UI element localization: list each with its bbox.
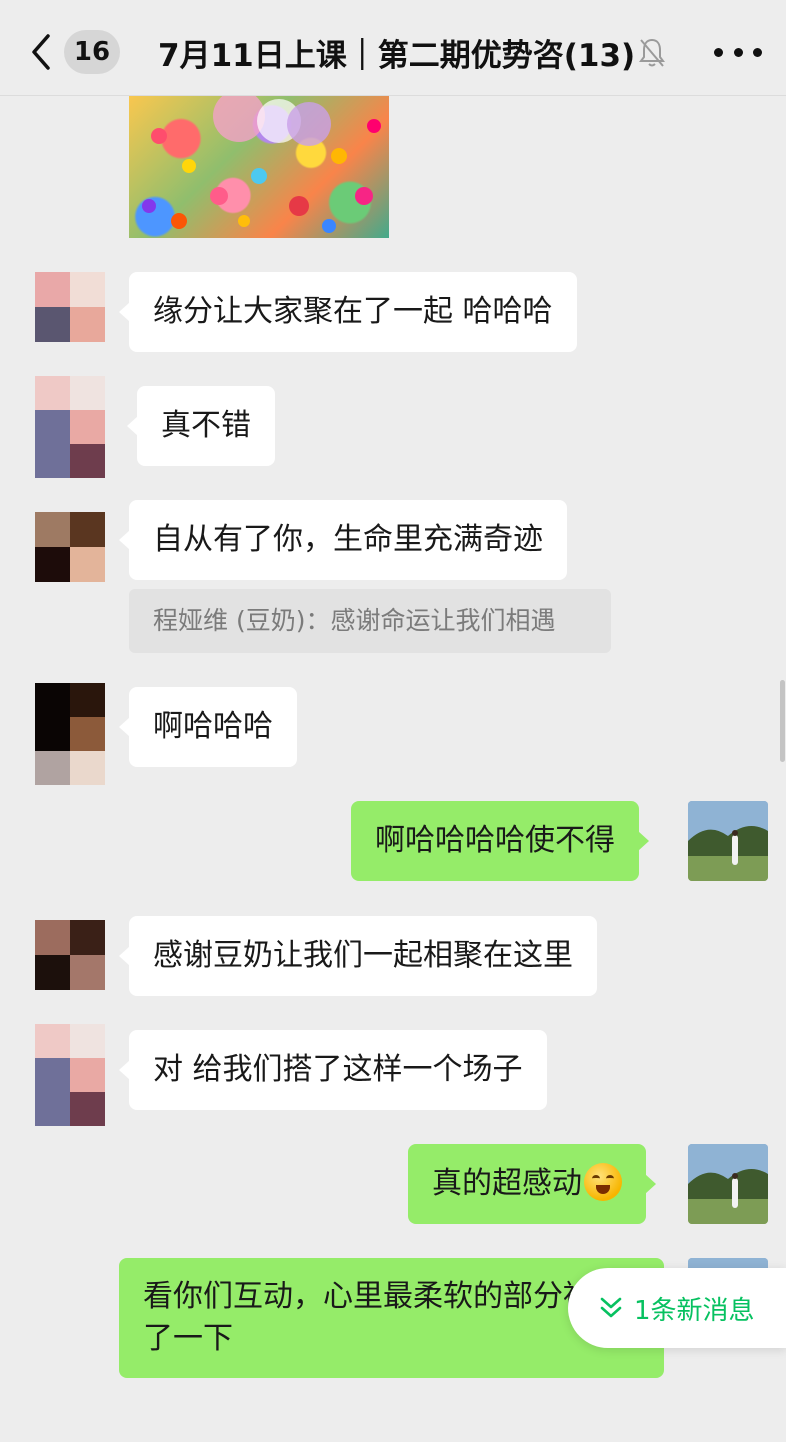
avatar[interactable] bbox=[35, 272, 105, 342]
message-bubble[interactable]: 啊哈哈哈 bbox=[119, 687, 297, 767]
more-options-button[interactable] bbox=[714, 36, 762, 68]
bell-muted-icon bbox=[639, 38, 665, 67]
more-dots-icon bbox=[714, 47, 723, 57]
back-button[interactable] bbox=[28, 30, 68, 74]
message-bubble[interactable]: 对 给我们搭了这样一个场子 bbox=[119, 1030, 547, 1110]
avatar[interactable] bbox=[35, 512, 105, 582]
crying-face-icon bbox=[584, 1163, 622, 1201]
self-avatar[interactable] bbox=[688, 1144, 768, 1224]
quoted-reply[interactable]: 程娅维 (豆奶)：感谢命运让我们相遇 bbox=[129, 589, 611, 653]
back-chevron-icon bbox=[32, 34, 50, 70]
self-avatar[interactable] bbox=[688, 801, 768, 881]
message-bubble-self[interactable]: 啊哈哈哈哈使不得 bbox=[351, 801, 649, 881]
landscape-photo bbox=[688, 1144, 768, 1224]
illustration-image bbox=[142, 96, 381, 233]
unread-count-badge[interactable]: 16 bbox=[64, 30, 120, 74]
avatar[interactable] bbox=[35, 920, 105, 990]
message-bubble-self[interactable]: 真的超感动 bbox=[408, 1144, 656, 1224]
message-bubble[interactable]: 缘分让大家聚在了一起 哈哈哈 bbox=[119, 272, 577, 352]
double-chevron-down-icon bbox=[600, 1297, 622, 1318]
avatar[interactable] bbox=[35, 376, 105, 478]
message-bubble[interactable]: 真不错 bbox=[127, 386, 275, 466]
image-message[interactable] bbox=[129, 96, 389, 238]
new-message-label: 1条新消息 bbox=[634, 1295, 755, 1326]
chat-title[interactable]: 7月11日上课｜第二期优势咨(13) bbox=[158, 28, 635, 76]
message-bubble[interactable]: 自从有了你，生命里充满奇迹 bbox=[119, 500, 567, 580]
scrollbar[interactable] bbox=[780, 680, 785, 762]
message-text: 真的超感动 bbox=[432, 1166, 582, 1201]
message-bubble[interactable]: 感谢豆奶让我们一起相聚在这里 bbox=[119, 916, 597, 996]
new-message-button[interactable]: 1条新消息 bbox=[568, 1268, 786, 1348]
landscape-photo bbox=[688, 801, 768, 881]
avatar[interactable] bbox=[35, 1024, 105, 1126]
chat-header: 16 7月11日上课｜第二期优势咨(13) bbox=[0, 0, 786, 96]
avatar[interactable] bbox=[35, 683, 105, 785]
